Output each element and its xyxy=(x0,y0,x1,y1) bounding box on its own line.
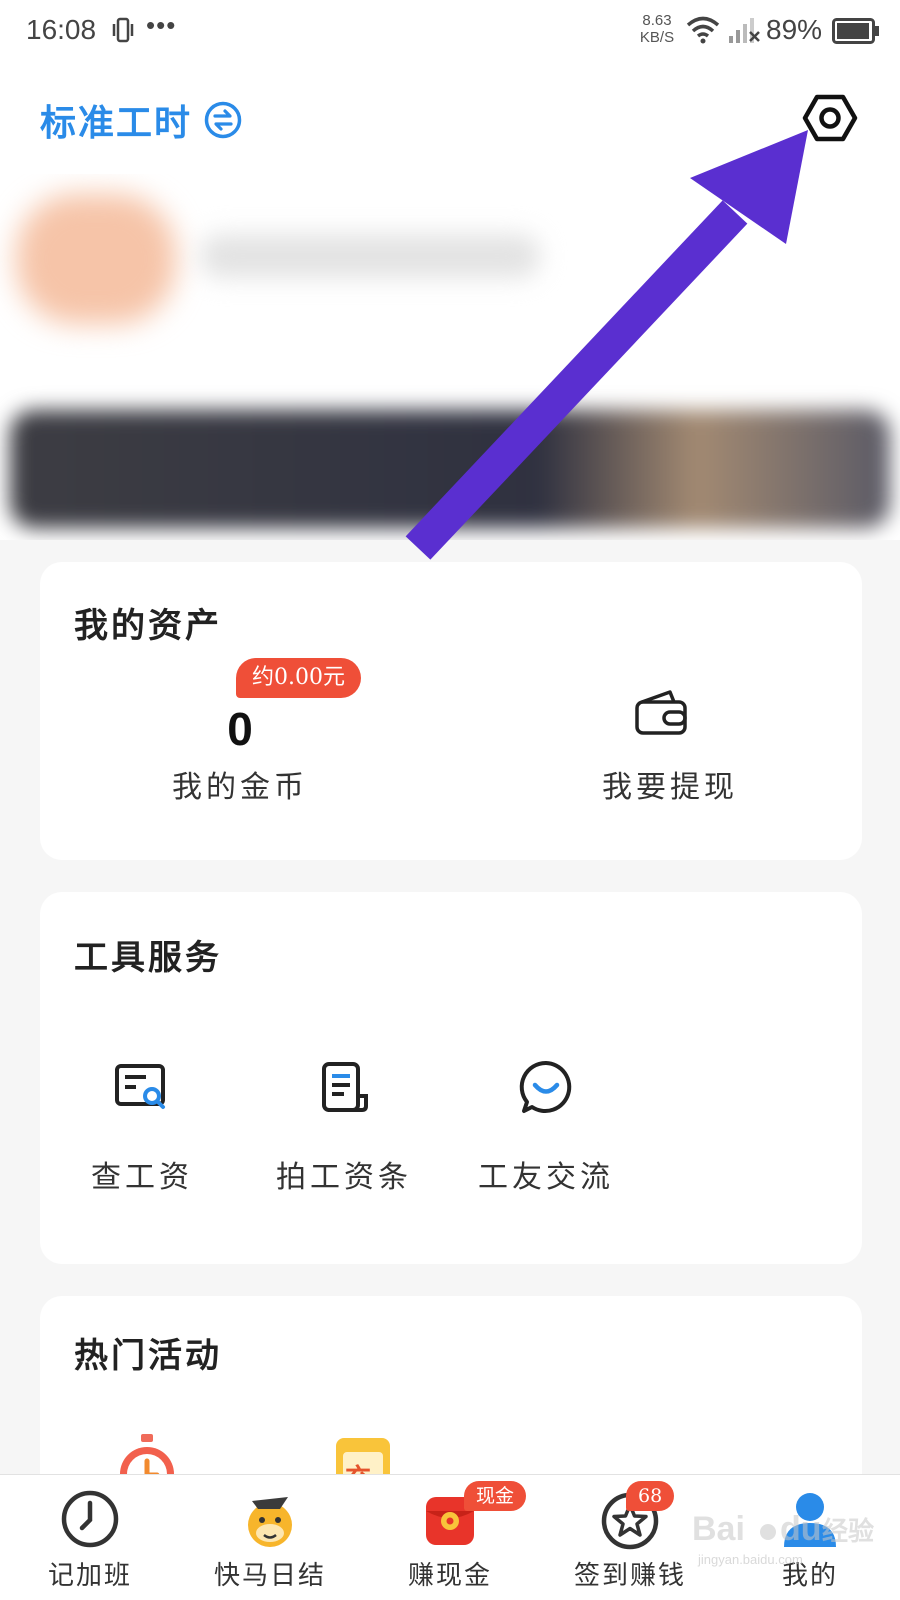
nav-label: 赚现金 xyxy=(407,1561,492,1591)
withdraw-button[interactable]: 我要提现 xyxy=(570,688,750,818)
work-mode-label: 标准工时 xyxy=(40,102,193,144)
work-mode-switch[interactable]: 标准工时 xyxy=(40,94,242,146)
tools-card: 工具服务 查工资 拍工资条 工友交流 xyxy=(40,892,862,1264)
profile-section-blurred[interactable] xyxy=(0,174,900,540)
tool-payslip-photo[interactable]: 拍工资条 xyxy=(264,1058,424,1218)
tool-check-salary[interactable]: 查工资 xyxy=(62,1058,222,1218)
more-dots-icon: ••• xyxy=(146,10,177,40)
activities-title: 热门活动 xyxy=(74,1336,222,1376)
clock-icon xyxy=(61,1490,119,1548)
status-time: 16:08 xyxy=(26,14,97,45)
tools-title: 工具服务 xyxy=(74,938,222,978)
tool-label: 查工资 xyxy=(91,1160,193,1195)
promo-banner-blurred[interactable] xyxy=(10,410,890,528)
nav-label: 快马日结 xyxy=(213,1561,326,1591)
swap-icon xyxy=(204,101,242,139)
battery-percent: 89% xyxy=(766,14,823,45)
tool-label: 拍工资条 xyxy=(276,1160,412,1195)
coin-count: 0 xyxy=(227,703,253,755)
cash-badge: 现金 xyxy=(464,1481,527,1511)
wallet-icon xyxy=(635,690,687,735)
withdraw-label: 我要提现 xyxy=(602,770,738,805)
nav-label: 我的 xyxy=(781,1561,838,1591)
signal-icon xyxy=(729,18,760,43)
nav-earn-cash[interactable]: 现金 赚现金 xyxy=(360,1475,540,1600)
nav-label: 签到赚钱 xyxy=(573,1561,686,1591)
battery-icon xyxy=(832,18,879,44)
nav-checkin-earn[interactable]: 68 签到赚钱 xyxy=(540,1475,720,1600)
coin-label: 我的金币 xyxy=(172,770,308,805)
chat-bubble-icon xyxy=(519,1060,572,1113)
status-bar: 16:08 ••• 8.63 KB/S 89% xyxy=(0,0,900,62)
header: 标准工时 xyxy=(0,62,900,174)
payslip-icon xyxy=(322,1062,368,1112)
user-name-blurred xyxy=(200,234,540,278)
settings-hexagon-icon[interactable] xyxy=(802,90,858,146)
horse-mascot-icon xyxy=(248,1497,292,1547)
user-icon xyxy=(784,1493,836,1547)
vibrate-icon xyxy=(112,17,134,43)
wifi-icon xyxy=(686,16,720,44)
bottom-nav: 记加班 快马日结 现金 赚现金 68 签到赚钱 我的 xyxy=(0,1474,900,1600)
checkin-count-badge: 68 xyxy=(626,1481,675,1511)
avatar[interactable] xyxy=(16,194,176,324)
coin-value-badge: 约0.00元 xyxy=(236,658,361,698)
tool-label: 工友交流 xyxy=(478,1160,614,1195)
nav-overtime[interactable]: 记加班 xyxy=(0,1475,180,1600)
tool-worker-chat[interactable]: 工友交流 xyxy=(466,1058,626,1218)
nav-mine[interactable]: 我的 xyxy=(720,1475,900,1600)
network-speed: 8.63 KB/S xyxy=(639,12,675,46)
assets-title: 我的资产 xyxy=(74,606,222,646)
my-coins[interactable]: 约0.00元 0 我的金币 xyxy=(140,658,420,828)
salary-search-icon xyxy=(115,1064,165,1109)
nav-daily-pay[interactable]: 快马日结 xyxy=(180,1475,360,1600)
nav-label: 记加班 xyxy=(47,1561,132,1591)
assets-card: 我的资产 约0.00元 0 我的金币 我要提现 xyxy=(40,562,862,860)
